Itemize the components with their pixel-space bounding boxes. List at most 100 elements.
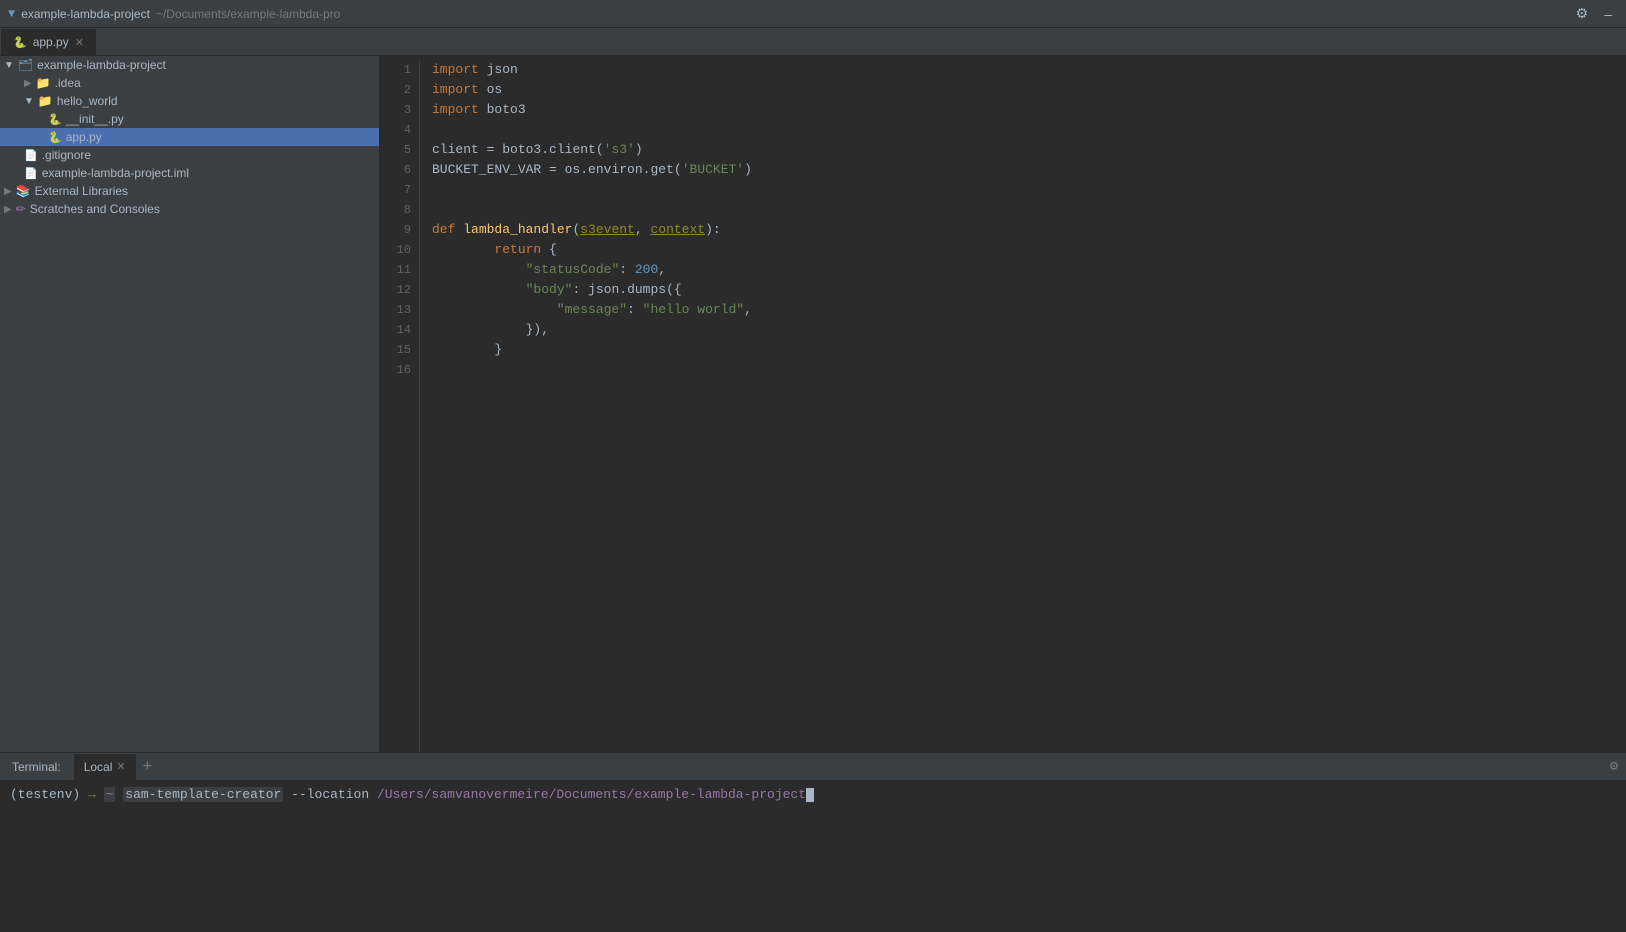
project-root-label: example-lambda-project bbox=[37, 58, 166, 72]
line-num-7: 7 bbox=[380, 180, 411, 200]
terminal-tabbar: Terminal: Local ✕ + ⚙ bbox=[0, 753, 1626, 781]
gitignore-label: .gitignore bbox=[42, 148, 91, 162]
line-num-6: 6 bbox=[380, 160, 411, 180]
sidebar-item-iml[interactable]: 📄 example-lambda-project.iml bbox=[0, 164, 379, 182]
ext-libs-label: External Libraries bbox=[35, 184, 128, 198]
tab-close-button[interactable]: ✕ bbox=[75, 36, 84, 49]
code-line-11: "statusCode": 200, bbox=[432, 260, 1626, 280]
init-file-icon: 🐍 bbox=[48, 113, 62, 126]
tab-app-py[interactable]: 🐍 app.py ✕ bbox=[0, 29, 97, 55]
settings-button[interactable]: ⚙ bbox=[1570, 3, 1595, 24]
line-num-5: 5 bbox=[380, 140, 411, 160]
main-content: ▼ 🗂 example-lambda-project ▶ 📁 .idea ▼ 📁… bbox=[0, 56, 1626, 752]
code-line-10: return { bbox=[432, 240, 1626, 260]
terminal-cmd: sam-template-creator bbox=[123, 787, 283, 802]
tree-arrow-hello-world: ▼ bbox=[24, 96, 34, 107]
iml-label: example-lambda-project.iml bbox=[42, 166, 189, 180]
code-line-6: BUCKET_ENV_VAR = os.environ.get('BUCKET'… bbox=[432, 160, 1626, 180]
code-line-5: client = boto3.client('s3') bbox=[432, 140, 1626, 160]
sidebar-item-gitignore[interactable]: 📄 .gitignore bbox=[0, 146, 379, 164]
terminal-content[interactable]: (testenv) → ~ sam-template-creator --loc… bbox=[0, 781, 1626, 932]
minimize-button[interactable]: – bbox=[1598, 3, 1618, 24]
idea-folder-icon: 📁 bbox=[36, 76, 51, 90]
code-area: 1 2 3 4 5 6 7 8 9 10 11 12 13 14 15 16 bbox=[380, 56, 1626, 752]
kw-import-1: import bbox=[432, 60, 479, 80]
code-line-3: import boto3 bbox=[432, 100, 1626, 120]
app-file-label: app.py bbox=[66, 130, 102, 144]
terminal-add-button[interactable]: + bbox=[137, 758, 158, 776]
line-num-12: 12 bbox=[380, 280, 411, 300]
project-folder-icon: 🗂 bbox=[18, 58, 33, 72]
terminal-label: Terminal: bbox=[8, 760, 73, 774]
code-line-14: }), bbox=[432, 320, 1626, 340]
code-line-2: import os bbox=[432, 80, 1626, 100]
code-line-8 bbox=[432, 200, 1626, 220]
scratches-icon: ✏ bbox=[16, 202, 26, 216]
sidebar-item-project-root[interactable]: ▼ 🗂 example-lambda-project bbox=[0, 56, 379, 74]
code-line-4 bbox=[432, 120, 1626, 140]
ext-libs-icon: 📚 bbox=[16, 184, 31, 198]
terminal-tilde: ~ bbox=[104, 787, 116, 802]
terminal-command-line: (testenv) → ~ sam-template-creator --loc… bbox=[10, 787, 1616, 802]
sidebar-item-scratches[interactable]: ▶ ✏ Scratches and Consoles bbox=[0, 200, 379, 218]
terminal-cursor bbox=[806, 788, 814, 802]
terminal-section: Terminal: Local ✕ + ⚙ (testenv) → ~ sam-… bbox=[0, 752, 1626, 932]
app-file-icon: 🐍 bbox=[48, 131, 62, 144]
project-icon: ▼ bbox=[8, 7, 15, 21]
titlebar-actions: ⚙ – bbox=[1570, 3, 1618, 24]
kw-import-2: import bbox=[432, 80, 479, 100]
titlebar: ▼ example-lambda-project ~/Documents/exa… bbox=[0, 0, 1626, 28]
line-num-9: 9 bbox=[380, 220, 411, 240]
line-num-15: 15 bbox=[380, 340, 411, 360]
line-num-13: 13 bbox=[380, 300, 411, 320]
sidebar-item-hello-world[interactable]: ▼ 📁 hello_world bbox=[0, 92, 379, 110]
line-num-10: 10 bbox=[380, 240, 411, 260]
code-line-16 bbox=[432, 360, 1626, 380]
code-line-13: "message": "hello world", bbox=[432, 300, 1626, 320]
terminal-settings-icon[interactable]: ⚙ bbox=[1610, 758, 1618, 775]
sidebar-item-app-py[interactable]: 🐍 app.py bbox=[0, 128, 379, 146]
tree-arrow-root: ▼ bbox=[4, 60, 14, 71]
project-path: ~/Documents/example-lambda-pro bbox=[156, 7, 340, 21]
kw-import-3: import bbox=[432, 100, 479, 120]
terminal-tab-close[interactable]: ✕ bbox=[116, 760, 125, 773]
iml-icon: 📄 bbox=[24, 167, 38, 180]
gitignore-icon: 📄 bbox=[24, 149, 38, 162]
code-content[interactable]: import json import os import boto3 clien… bbox=[420, 60, 1626, 752]
terminal-tab-local-label: Local bbox=[84, 760, 113, 774]
line-num-2: 2 bbox=[380, 80, 411, 100]
idea-folder-label: .idea bbox=[55, 76, 81, 90]
line-numbers: 1 2 3 4 5 6 7 8 9 10 11 12 13 14 15 16 bbox=[380, 60, 420, 752]
sidebar-item-init[interactable]: 🐍 __init__.py bbox=[0, 110, 379, 128]
line-num-14: 14 bbox=[380, 320, 411, 340]
tab-file-icon: 🐍 bbox=[13, 36, 27, 49]
tree-arrow-idea: ▶ bbox=[24, 78, 32, 89]
code-line-12: "body": json.dumps({ bbox=[432, 280, 1626, 300]
hello-world-label: hello_world bbox=[57, 94, 118, 108]
sidebar-item-idea[interactable]: ▶ 📁 .idea bbox=[0, 74, 379, 92]
scratches-label: Scratches and Consoles bbox=[30, 202, 160, 216]
titlebar-left: ▼ example-lambda-project ~/Documents/exa… bbox=[8, 7, 340, 21]
line-num-8: 8 bbox=[380, 200, 411, 220]
line-num-11: 11 bbox=[380, 260, 411, 280]
sidebar: ▼ 🗂 example-lambda-project ▶ 📁 .idea ▼ 📁… bbox=[0, 56, 380, 752]
hello-world-folder-icon: 📁 bbox=[38, 94, 53, 108]
init-file-label: __init__.py bbox=[66, 112, 124, 126]
sidebar-item-external-libs[interactable]: ▶ 📚 External Libraries bbox=[0, 182, 379, 200]
code-line-15: } bbox=[432, 340, 1626, 360]
code-line-7 bbox=[432, 180, 1626, 200]
code-line-9: def lambda_handler(s3event, context): bbox=[432, 220, 1626, 240]
line-num-3: 3 bbox=[380, 100, 411, 120]
terminal-arrow: → bbox=[88, 787, 96, 802]
tabbar: 🐍 app.py ✕ bbox=[0, 28, 1626, 56]
tree-arrow-ext-libs: ▶ bbox=[4, 186, 12, 197]
terminal-flag: --location bbox=[291, 787, 369, 802]
code-editor[interactable]: 1 2 3 4 5 6 7 8 9 10 11 12 13 14 15 16 bbox=[380, 56, 1626, 752]
line-num-4: 4 bbox=[380, 120, 411, 140]
line-num-1: 1 bbox=[380, 60, 411, 80]
terminal-tab-local[interactable]: Local ✕ bbox=[73, 754, 137, 780]
terminal-venv: (testenv) bbox=[10, 787, 80, 802]
terminal-path: /Users/samvanovermeire/Documents/example… bbox=[377, 787, 806, 802]
code-line-1: import json bbox=[432, 60, 1626, 80]
tab-label: app.py bbox=[33, 35, 69, 49]
